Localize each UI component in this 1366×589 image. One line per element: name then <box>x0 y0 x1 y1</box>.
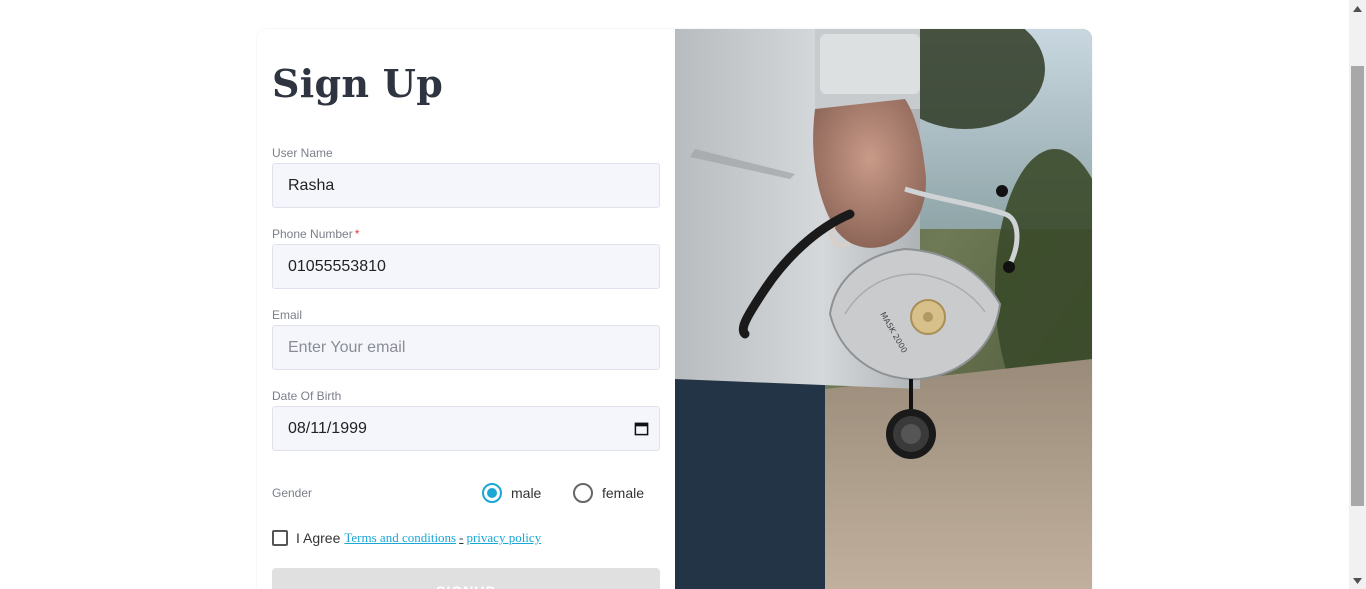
signup-card: Sign Up User Name Rasha Phone Number * 01… <box>257 29 1092 589</box>
vertical-scrollbar[interactable] <box>1349 0 1366 589</box>
radio-male-label: male <box>511 485 542 501</box>
radio-female[interactable] <box>573 483 593 503</box>
agree-row: I Agree Terms and conditions - privacy p… <box>272 530 541 546</box>
email-input[interactable]: Enter Your email <box>272 325 660 370</box>
calendar-icon[interactable] <box>634 421 649 436</box>
signup-form: Sign Up User Name Rasha Phone Number * 01… <box>257 29 675 589</box>
email-placeholder: Enter Your email <box>288 338 406 356</box>
radio-male[interactable] <box>482 483 502 503</box>
required-mark: * <box>354 227 360 241</box>
dob-input[interactable]: 08/11/1999 <box>272 406 660 451</box>
scrollbar-thumb[interactable] <box>1351 66 1364 506</box>
gender-option-male[interactable]: male <box>482 483 541 503</box>
username-label: User Name <box>272 146 333 160</box>
page: Sign Up User Name Rasha Phone Number * 01… <box>0 0 1349 589</box>
terms-link[interactable]: Terms and conditions <box>344 530 456 546</box>
privacy-link[interactable]: privacy policy <box>466 530 541 546</box>
agree-prefix: I Agree <box>296 530 341 546</box>
gender-label: Gender <box>272 486 313 500</box>
page-title: Sign Up <box>272 61 444 106</box>
scroll-down-arrow-icon[interactable] <box>1349 572 1366 589</box>
radio-female-label: female <box>602 485 645 501</box>
hero-image: MASK 2000 <box>675 29 1092 589</box>
email-label: Email <box>272 308 303 322</box>
dob-value: 08/11/1999 <box>288 419 367 437</box>
agree-checkbox[interactable] <box>272 530 288 546</box>
agree-separator: - <box>459 530 464 545</box>
username-value: Rasha <box>288 176 335 194</box>
scroll-up-arrow-icon[interactable] <box>1349 0 1366 17</box>
doctor-stethoscope-mask-icon: MASK 2000 <box>675 29 1092 589</box>
dob-label: Date Of Birth <box>272 389 342 403</box>
phone-value: 01055553810 <box>288 257 386 275</box>
phone-label-text: Phone Number <box>272 227 353 241</box>
signup-button[interactable]: SIGNUP <box>272 568 660 589</box>
phone-label: Phone Number * <box>272 227 359 241</box>
username-input[interactable]: Rasha <box>272 163 660 208</box>
phone-input[interactable]: 01055553810 <box>272 244 660 289</box>
gender-option-female[interactable]: female <box>573 483 644 503</box>
